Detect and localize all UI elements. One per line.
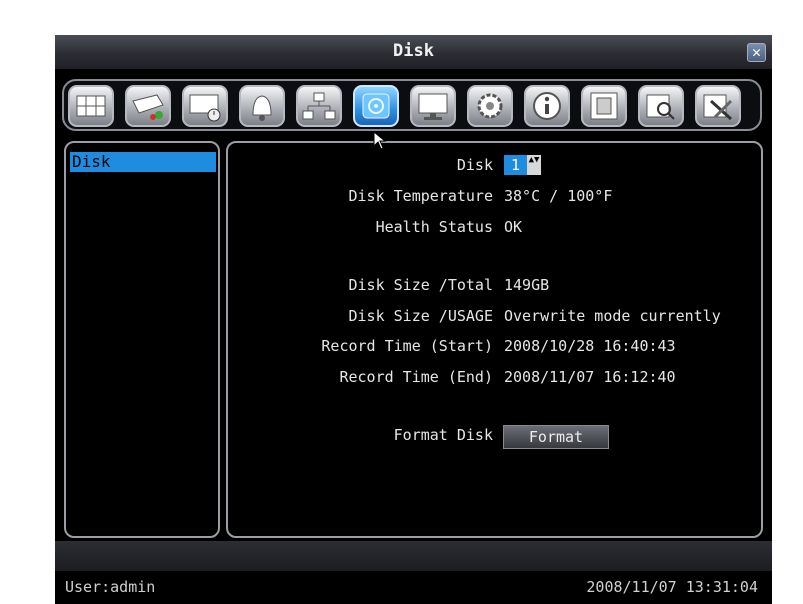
window-title: Disk bbox=[393, 41, 434, 61]
alarm-bell-icon[interactable] bbox=[239, 85, 285, 127]
monitor-icon[interactable] bbox=[410, 85, 456, 127]
disk-settings-panel: Disk 1 ▲▼ Disk Temperature 38°C / 100°F … bbox=[226, 141, 763, 538]
status-user: User:admin bbox=[65, 578, 156, 596]
temperature-label: Disk Temperature bbox=[348, 187, 494, 205]
sidebar-item-disk[interactable]: Disk bbox=[70, 152, 216, 172]
record-start-value: 2008/10/28 16:40:43 bbox=[504, 337, 676, 355]
status-bar bbox=[55, 541, 772, 571]
health-value: OK bbox=[504, 218, 523, 236]
record-schedule-icon[interactable] bbox=[182, 85, 228, 127]
status-datetime: 2008/11/07 13:31:04 bbox=[586, 578, 758, 596]
film-icon[interactable] bbox=[581, 85, 627, 127]
size-total-value: 149GB bbox=[504, 276, 550, 294]
record-end-value: 2008/11/07 16:12:40 bbox=[504, 368, 676, 386]
health-label: Health Status bbox=[375, 218, 493, 236]
paint-icon[interactable] bbox=[125, 85, 171, 127]
network-icon[interactable] bbox=[296, 85, 342, 127]
size-usage-value: Overwrite mode currently bbox=[504, 307, 721, 325]
tools-icon[interactable] bbox=[695, 85, 741, 127]
size-usage-label: Disk Size /USAGE bbox=[348, 307, 494, 325]
format-button[interactable]: Format bbox=[503, 425, 609, 449]
size-total-label: Disk Size /Total bbox=[348, 276, 494, 294]
menu-toolbar bbox=[62, 79, 762, 131]
mouse-cursor-icon bbox=[373, 131, 387, 150]
disk-selector[interactable]: 1 ▲▼ bbox=[504, 155, 541, 175]
title-bar: Disk ✕ bbox=[55, 35, 772, 69]
record-start-label: Record Time (Start) bbox=[321, 337, 493, 355]
close-button[interactable]: ✕ bbox=[747, 43, 766, 62]
disk-label: Disk bbox=[456, 156, 493, 174]
sidebar: Disk bbox=[64, 141, 220, 538]
dvr-screen: Disk ✕ Disk Disk 1 ▲▼ Disk Temperature 3… bbox=[55, 35, 772, 604]
disk-stepper-icon[interactable]: ▲▼ bbox=[527, 155, 541, 175]
temperature-value: 38°C / 100°F bbox=[504, 187, 613, 205]
disk-select-value[interactable]: 1 bbox=[504, 155, 527, 175]
search-icon[interactable] bbox=[638, 85, 684, 127]
format-label: Format Disk bbox=[393, 426, 493, 444]
disk-icon[interactable] bbox=[353, 85, 399, 127]
record-end-label: Record Time (End) bbox=[339, 368, 493, 386]
info-icon[interactable] bbox=[524, 85, 570, 127]
settings-gear-icon[interactable] bbox=[467, 85, 513, 127]
camera-grid-icon[interactable] bbox=[68, 85, 114, 127]
